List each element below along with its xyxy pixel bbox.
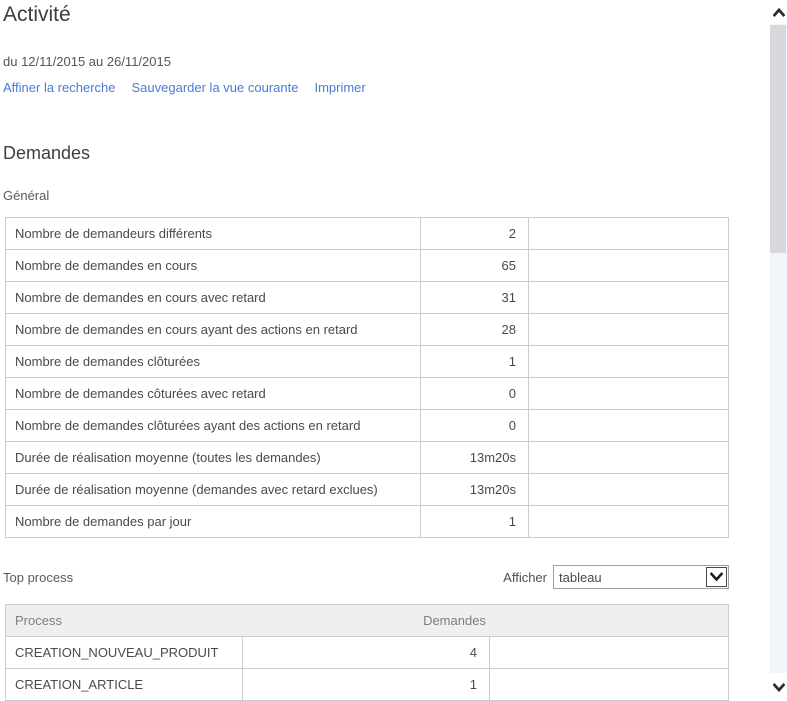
table-row: Nombre de demandes côturées avec retard0 xyxy=(6,378,728,410)
display-mode-selected-value: tableau xyxy=(554,570,706,585)
table-row: Nombre de demandes par jour1 xyxy=(6,506,728,538)
stat-label: Nombre de demandeurs différents xyxy=(6,218,421,249)
empty-cell xyxy=(490,669,728,700)
stat-value: 0 xyxy=(421,410,529,441)
stat-label: Nombre de demandes en cours xyxy=(6,250,421,281)
table-row: Nombre de demandes clôturées1 xyxy=(6,346,728,378)
process-demandes-count: 4 xyxy=(243,637,490,668)
table-row: Durée de réalisation moyenne (toutes les… xyxy=(6,442,728,474)
empty-cell xyxy=(529,474,728,505)
vertical-scrollbar[interactable] xyxy=(770,0,787,701)
stat-label: Nombre de demandes côturées avec retard xyxy=(6,378,421,409)
display-mode-select[interactable]: tableau xyxy=(553,565,729,589)
top-process-subheading: Top process xyxy=(3,570,73,585)
empty-cell xyxy=(490,637,728,668)
empty-cell xyxy=(529,250,728,281)
empty-cell xyxy=(529,442,728,473)
stat-label: Nombre de demandes clôturées ayant des a… xyxy=(6,410,421,441)
column-header-process: Process xyxy=(6,613,181,628)
empty-cell xyxy=(529,346,728,377)
stat-value: 2 xyxy=(421,218,529,249)
process-name: CREATION_ARTICLE xyxy=(6,669,243,700)
process-demandes-count: 1 xyxy=(243,669,490,700)
table-row: CREATION_NOUVEAU_PRODUIT4 xyxy=(6,637,728,669)
scroll-down-icon[interactable] xyxy=(770,673,787,701)
stat-value: 31 xyxy=(421,282,529,313)
stat-label: Nombre de demandes en cours ayant des ac… xyxy=(6,314,421,345)
table-row: Nombre de demandes en cours ayant des ac… xyxy=(6,314,728,346)
general-subheading: Général xyxy=(3,188,49,203)
table-row: Nombre de demandes en cours65 xyxy=(6,250,728,282)
empty-cell xyxy=(529,410,728,441)
stat-label: Nombre de demandes en cours avec retard xyxy=(6,282,421,313)
table-row: Durée de réalisation moyenne (demandes a… xyxy=(6,474,728,506)
top-process-table: Process Demandes CREATION_NOUVEAU_PRODUI… xyxy=(5,604,729,701)
date-range: du 12/11/2015 au 26/11/2015 xyxy=(3,54,171,69)
general-stats-table: Nombre de demandeurs différents2Nombre d… xyxy=(5,217,729,538)
stat-value: 65 xyxy=(421,250,529,281)
table-row: Nombre de demandeurs différents2 xyxy=(6,218,728,250)
column-header-demandes: Demandes xyxy=(181,613,728,628)
demandes-heading: Demandes xyxy=(3,143,90,164)
table-row: Nombre de demandes en cours avec retard3… xyxy=(6,282,728,314)
empty-cell xyxy=(529,314,728,345)
empty-cell xyxy=(529,282,728,313)
table-row: Nombre de demandes clôturées ayant des a… xyxy=(6,410,728,442)
top-process-bar: Top process Afficher tableau xyxy=(3,565,729,589)
scrollbar-thumb[interactable] xyxy=(770,25,786,253)
stat-value: 28 xyxy=(421,314,529,345)
stat-value: 13m20s xyxy=(421,442,529,473)
empty-cell xyxy=(529,378,728,409)
process-name: CREATION_NOUVEAU_PRODUIT xyxy=(6,637,243,668)
scrollbar-track[interactable] xyxy=(770,24,787,673)
stat-value: 1 xyxy=(421,506,529,537)
stat-label: Durée de réalisation moyenne (demandes a… xyxy=(6,474,421,505)
save-current-view-link[interactable]: Sauvegarder la vue courante xyxy=(132,80,299,95)
top-process-table-header: Process Demandes xyxy=(6,605,728,637)
scroll-up-icon[interactable] xyxy=(770,0,787,24)
empty-cell xyxy=(529,506,728,537)
table-row: CREATION_ARTICLE1 xyxy=(6,669,728,701)
activity-report-page: Activité du 12/11/2015 au 26/11/2015 Aff… xyxy=(0,0,787,701)
stat-label: Nombre de demandes clôturées xyxy=(6,346,421,377)
stat-label: Nombre de demandes par jour xyxy=(6,506,421,537)
display-mode-label: Afficher xyxy=(503,570,547,585)
empty-cell xyxy=(529,218,728,249)
stat-label: Durée de réalisation moyenne (toutes les… xyxy=(6,442,421,473)
print-link[interactable]: Imprimer xyxy=(314,80,365,95)
action-links: Affiner la recherche Sauvegarder la vue … xyxy=(3,80,366,95)
chevron-down-icon[interactable] xyxy=(706,567,727,587)
stat-value: 13m20s xyxy=(421,474,529,505)
stat-value: 0 xyxy=(421,378,529,409)
refine-search-link[interactable]: Affiner la recherche xyxy=(3,80,116,95)
page-title: Activité xyxy=(3,3,71,27)
stat-value: 1 xyxy=(421,346,529,377)
